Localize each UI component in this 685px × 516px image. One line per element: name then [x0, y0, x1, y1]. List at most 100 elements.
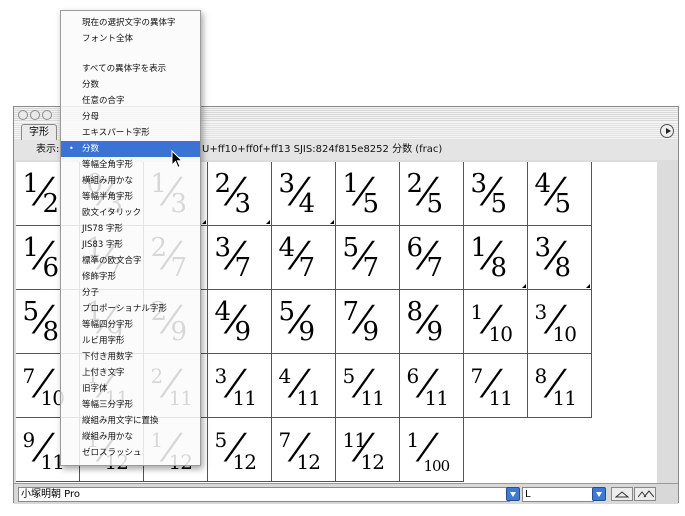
glyph-cell[interactable]: 3 ⁄ 11 — [208, 354, 272, 418]
glyph-cell[interactable]: 1 ⁄ 5 — [336, 162, 400, 226]
glyph-cell[interactable]: 1 ⁄ 10 — [464, 290, 528, 354]
menu-item[interactable]: 現在の選択文字の異体字 — [61, 15, 200, 31]
fraction-glyph: 3 ⁄ 5 — [469, 167, 523, 221]
panel-menu-icon[interactable] — [660, 124, 674, 138]
menu-item-label: JIS78 字形 — [82, 224, 123, 234]
glyph-cell[interactable]: 4 ⁄ 5 — [528, 162, 592, 226]
glyph-cell[interactable]: 4 ⁄ 7 — [272, 226, 336, 290]
fraction-denominator: 9 — [298, 316, 316, 347]
zoom-out-icon[interactable] — [611, 487, 633, 501]
menu-item[interactable]: 任意の合字 — [61, 93, 200, 109]
menu-item[interactable]: エキスパート字形 — [61, 125, 200, 141]
glyph-cell[interactable]: 8 ⁄ 11 — [528, 354, 592, 418]
glyph-cell[interactable]: 5 ⁄ 11 — [336, 354, 400, 418]
alternates-triangle-icon[interactable] — [586, 284, 590, 288]
font-style-field[interactable]: L — [522, 487, 594, 502]
fraction-glyph: 5 ⁄ 9 — [277, 295, 331, 349]
glyph-cell[interactable]: 5 ⁄ 9 — [272, 290, 336, 354]
menu-item-label: 分数 — [82, 80, 100, 90]
fraction-glyph: 3 ⁄ 11 — [213, 359, 267, 413]
fraction-numerator: 7 — [278, 427, 292, 452]
menu-item[interactable]: フォント全体 — [61, 31, 200, 47]
menu-item[interactable]: 等幅半角字形 — [61, 189, 200, 205]
fraction-glyph: 5 ⁄ 7 — [341, 231, 395, 285]
glyph-cell[interactable]: 5 ⁄ 12 — [208, 418, 272, 482]
menu-item[interactable]: 分子 — [61, 285, 200, 301]
menu-item[interactable]: JIS83 字形 — [61, 237, 200, 253]
menu-item[interactable]: ルビ用字形 — [61, 333, 200, 349]
fraction-denominator: 9 — [234, 316, 252, 347]
fraction-denominator: 12 — [360, 449, 385, 474]
show-label: 表示: — [36, 144, 60, 155]
menu-item[interactable]: 等幅三分字形 — [61, 397, 200, 413]
font-family-field[interactable]: 小塚明朝 Pro — [18, 487, 510, 502]
glyph-cell[interactable]: 7 ⁄ 12 — [272, 418, 336, 482]
menu-item[interactable]: 横組み用かな — [61, 173, 200, 189]
menu-item[interactable]: 縦組み用かな — [61, 429, 200, 445]
glyph-cell[interactable] — [592, 290, 656, 354]
menu-item[interactable]: 修飾字形 — [61, 269, 200, 285]
glyph-cell[interactable]: 5 ⁄ 7 — [336, 226, 400, 290]
glyph-cell[interactable]: 2 ⁄ 3 — [208, 162, 272, 226]
menu-item-label: 現在の選択文字の異体字 — [82, 18, 176, 28]
fraction-numerator: 5 — [214, 427, 228, 452]
glyph-cell[interactable] — [592, 354, 656, 418]
glyph-cell[interactable]: 3 ⁄ 5 — [464, 162, 528, 226]
menu-item[interactable]: 下付き用数字 — [61, 349, 200, 365]
menu-item[interactable]: 分母 — [61, 109, 200, 125]
menu-item-label: 欧文イタリック — [82, 208, 142, 218]
fraction-glyph: 4 ⁄ 7 — [277, 231, 331, 285]
glyph-cell[interactable]: 2 ⁄ 5 — [400, 162, 464, 226]
menu-item[interactable]: JIS78 字形 — [61, 221, 200, 237]
glyph-cell[interactable]: 3 ⁄ 10 — [528, 290, 592, 354]
menu-item[interactable]: 欧文イタリック — [61, 205, 200, 221]
minimize-icon[interactable] — [30, 110, 40, 120]
glyph-cell[interactable]: 3 ⁄ 4 — [272, 162, 336, 226]
glyph-cell[interactable]: 4 ⁄ 11 — [272, 354, 336, 418]
glyph-cell[interactable]: 4 ⁄ 9 — [208, 290, 272, 354]
fraction-glyph: 5 ⁄ 11 — [341, 359, 395, 413]
glyph-cell[interactable]: 6 ⁄ 7 — [400, 226, 464, 290]
fraction-numerator: 6 — [406, 232, 424, 263]
glyph-cell[interactable]: 1 ⁄ 8 — [464, 226, 528, 290]
alternates-triangle-icon[interactable] — [330, 220, 334, 224]
glyph-cell[interactable]: 11 ⁄ 12 — [336, 418, 400, 482]
menu-item[interactable]: 旧字体 — [61, 381, 200, 397]
fraction-numerator: 4 — [534, 168, 552, 199]
menu-item[interactable]: ゼロスラッシュ — [61, 445, 200, 461]
fraction-glyph: 8 ⁄ 11 — [533, 359, 587, 413]
glyph-cell[interactable]: 3 ⁄ 8 — [528, 226, 592, 290]
glyph-cell[interactable] — [592, 162, 656, 226]
menu-item[interactable]: 標準の欧文合字 — [61, 253, 200, 269]
menu-item[interactable]: すべての異体字を表示 — [61, 61, 200, 77]
fraction-denominator: 7 — [426, 252, 444, 283]
fraction-denominator: 11 — [296, 385, 321, 410]
glyph-cell[interactable] — [592, 226, 656, 290]
glyph-cell[interactable]: 7 ⁄ 9 — [336, 290, 400, 354]
font-style-dropdown-icon[interactable] — [592, 487, 606, 501]
fraction-numerator: 7 — [342, 296, 360, 327]
glyph-cell[interactable]: 8 ⁄ 9 — [400, 290, 464, 354]
fraction-denominator: 11 — [424, 385, 449, 410]
fraction-glyph: 7 ⁄ 12 — [277, 423, 331, 477]
glyph-cell[interactable]: 3 ⁄ 7 — [208, 226, 272, 290]
zoom-in-icon[interactable] — [634, 487, 656, 501]
close-icon[interactable] — [18, 110, 28, 120]
menu-item[interactable]: 等幅四分字形 — [61, 317, 200, 333]
tab-glyphs[interactable]: 字形 — [21, 124, 57, 141]
menu-item-label: すべての異体字を表示 — [82, 64, 167, 74]
fraction-numerator: 1 — [470, 299, 484, 324]
menu-item[interactable]: 分数 — [61, 77, 200, 93]
glyph-cell[interactable]: 7 ⁄ 11 — [464, 354, 528, 418]
alternates-triangle-icon[interactable] — [522, 284, 526, 288]
alternates-triangle-icon[interactable] — [202, 220, 206, 224]
glyph-cell[interactable]: 1 ⁄ 100 — [400, 418, 464, 482]
alternates-triangle-icon[interactable] — [266, 220, 270, 224]
menu-item[interactable]: 縦組み用文字に置換 — [61, 413, 200, 429]
font-family-dropdown-icon[interactable] — [506, 487, 520, 501]
fraction-numerator: 7 — [22, 363, 36, 388]
menu-item[interactable]: 上付き文字 — [61, 365, 200, 381]
glyph-cell[interactable]: 6 ⁄ 11 — [400, 354, 464, 418]
zoom-icon[interactable] — [42, 110, 52, 120]
menu-item[interactable]: プロポーショナル字形 — [61, 301, 200, 317]
